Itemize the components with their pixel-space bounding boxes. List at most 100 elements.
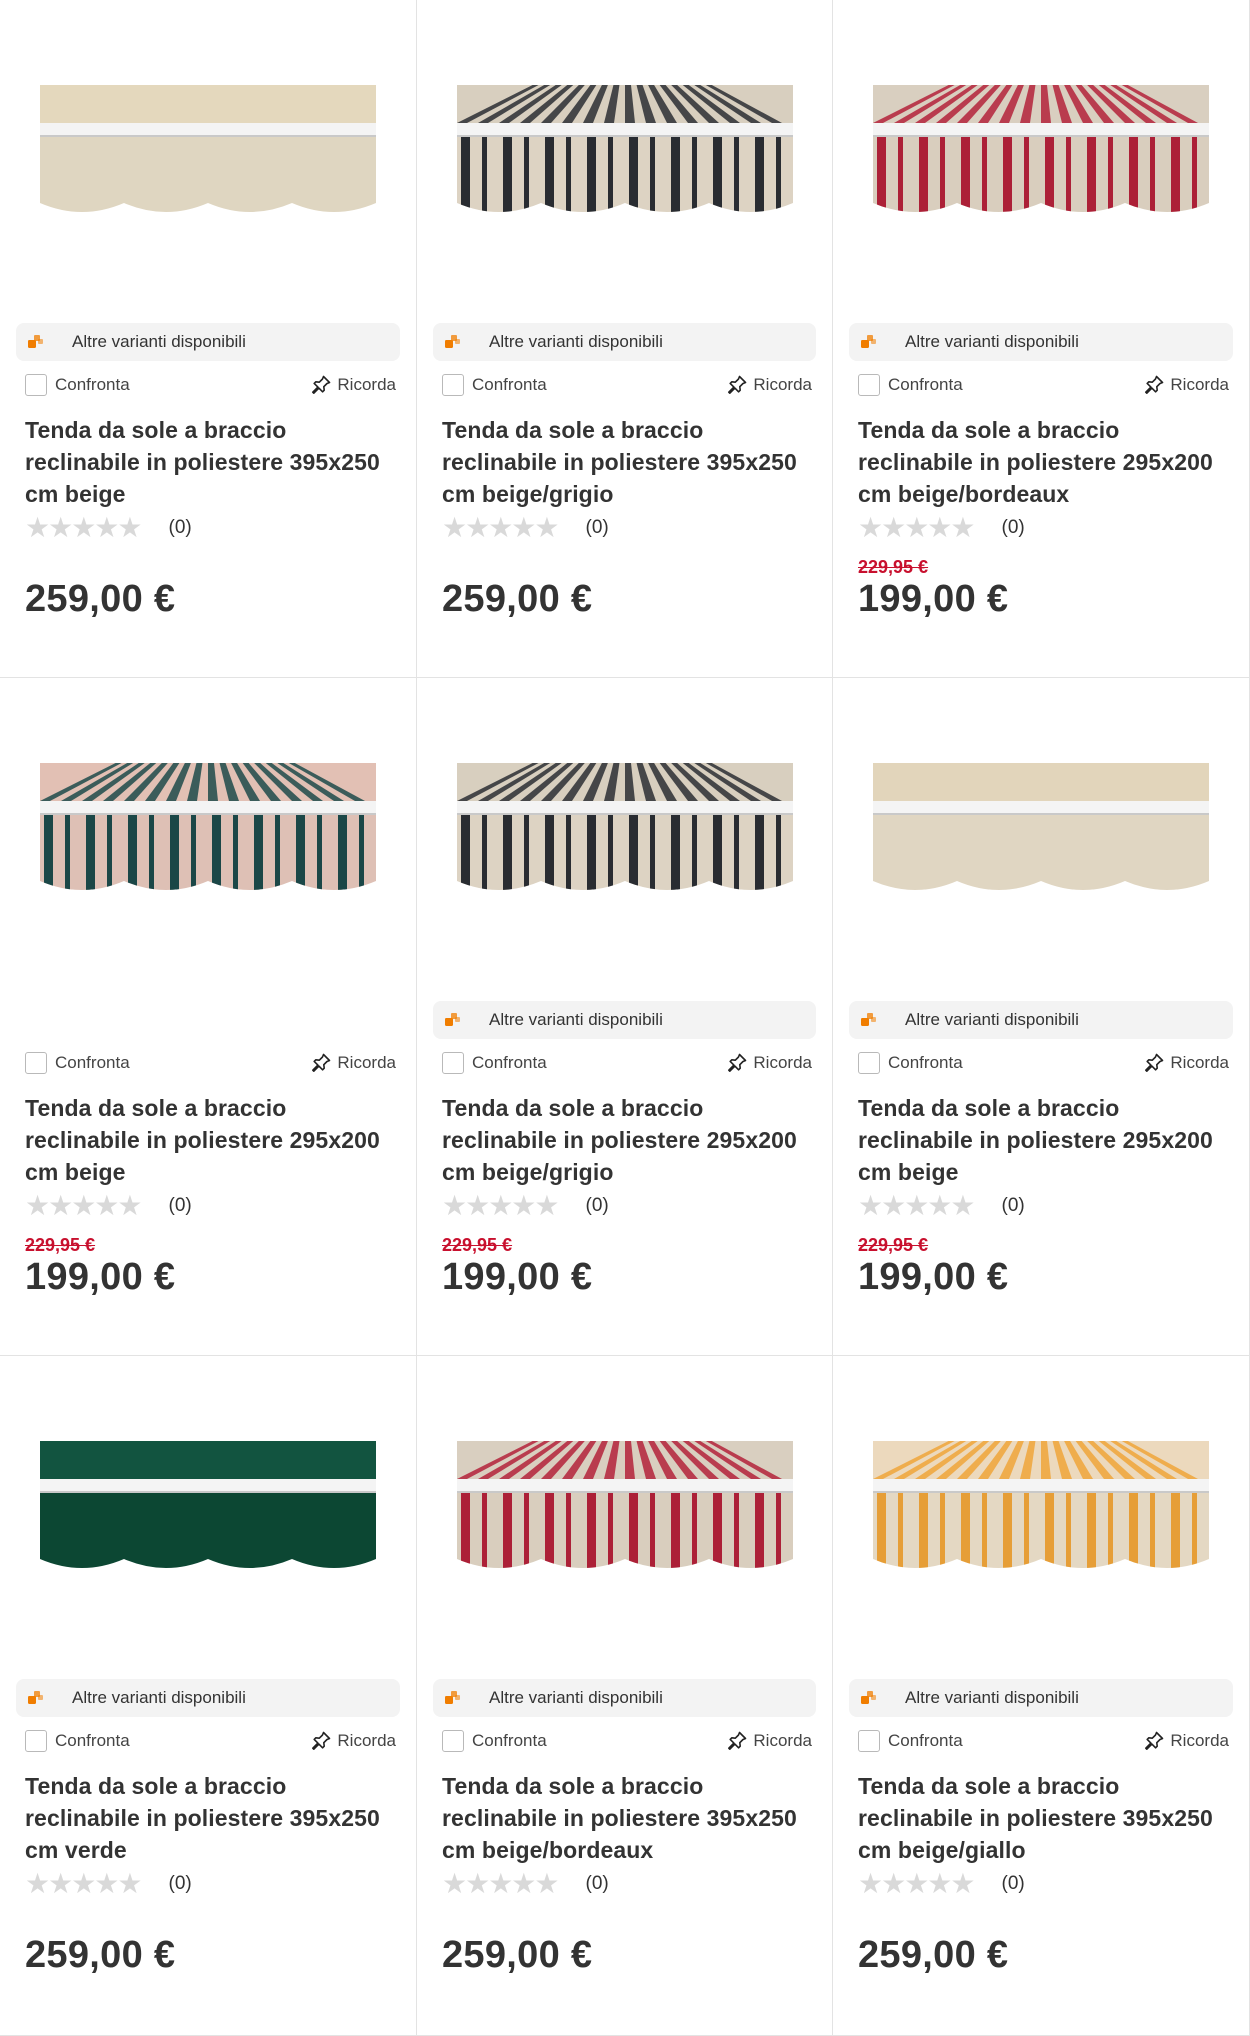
other-variants-badge[interactable]: Altre varianti disponibili <box>849 323 1233 361</box>
product-title-line: reclinabile in poliestere 395x250 <box>442 1805 797 1831</box>
compare-control[interactable]: Confronta <box>25 1052 130 1074</box>
remember-label: Ricorda <box>1170 1731 1229 1750</box>
compare-control[interactable]: Confronta <box>858 1730 963 1752</box>
product-image[interactable] <box>457 85 793 235</box>
remember-label: Ricorda <box>753 375 812 394</box>
price: 199,00 € <box>858 578 1009 620</box>
rating[interactable]: ★★★★★ (0) <box>442 514 609 542</box>
product-card[interactable]: Altre varianti disponibili Confronta Ric… <box>0 1356 417 2036</box>
pin-icon <box>312 1731 331 1750</box>
star-rating-icon: ★★★★★ <box>25 1190 143 1221</box>
rating[interactable]: ★★★★★ (0) <box>442 1192 609 1220</box>
product-card[interactable]: Altre varianti disponibili Confronta Ric… <box>833 0 1250 678</box>
old-price: 229,95 € <box>858 557 929 577</box>
compare-checkbox[interactable] <box>442 374 464 396</box>
product-card[interactable]: Altre varianti disponibili Confronta Ric… <box>833 678 1250 1356</box>
product-title[interactable]: Tenda da sole a braccio reclinabile in p… <box>442 1770 818 1866</box>
product-image[interactable] <box>40 763 376 913</box>
product-image[interactable] <box>873 85 1209 235</box>
other-variants-badge[interactable]: Altre varianti disponibili <box>433 323 816 361</box>
product-image[interactable] <box>457 1441 793 1591</box>
compare-control[interactable]: Confronta <box>442 1052 547 1074</box>
product-card[interactable]: Altre varianti disponibili Confronta Ric… <box>833 1356 1250 2036</box>
compare-label: Confronta <box>55 375 130 394</box>
review-count: (0) <box>585 1195 609 1216</box>
compare-remember-row: Confronta Ricorda <box>442 1726 812 1756</box>
compare-checkbox[interactable] <box>25 1052 47 1074</box>
remember-button[interactable]: Ricorda <box>1142 1729 1229 1753</box>
pin-icon <box>1145 1053 1164 1072</box>
other-variants-badge[interactable]: Altre varianti disponibili <box>433 1001 816 1039</box>
other-variants-badge[interactable]: Altre varianti disponibili <box>16 323 400 361</box>
variants-icon <box>443 1010 463 1030</box>
product-image[interactable] <box>873 763 1209 913</box>
compare-label: Confronta <box>472 1053 547 1072</box>
product-title[interactable]: Tenda da sole a braccio reclinabile in p… <box>25 414 402 510</box>
product-title[interactable]: Tenda da sole a braccio reclinabile in p… <box>858 1092 1235 1188</box>
compare-control[interactable]: Confronta <box>858 1052 963 1074</box>
compare-label: Confronta <box>55 1053 130 1072</box>
product-title[interactable]: Tenda da sole a braccio reclinabile in p… <box>442 1092 818 1188</box>
rating[interactable]: ★★★★★ (0) <box>858 1870 1025 1898</box>
compare-checkbox[interactable] <box>25 1730 47 1752</box>
remember-button[interactable]: Ricorda <box>309 373 396 397</box>
compare-control[interactable]: Confronta <box>25 1730 130 1752</box>
product-card[interactable]: Altre varianti disponibili Confronta Ric… <box>0 0 417 678</box>
product-image[interactable] <box>457 763 793 913</box>
compare-control[interactable]: Confronta <box>442 1730 547 1752</box>
product-card[interactable]: Altre varianti disponibili Confronta Ric… <box>417 0 833 678</box>
product-title-line: reclinabile in poliestere 295x200 <box>25 1127 380 1153</box>
compare-remember-row: Confronta Ricorda <box>25 370 396 400</box>
remember-button[interactable]: Ricorda <box>309 1729 396 1753</box>
compare-checkbox[interactable] <box>858 1730 880 1752</box>
rating[interactable]: ★★★★★ (0) <box>858 514 1025 542</box>
compare-control[interactable]: Confronta <box>25 374 130 396</box>
product-title[interactable]: Tenda da sole a braccio reclinabile in p… <box>442 414 818 510</box>
compare-checkbox[interactable] <box>25 374 47 396</box>
remember-button[interactable]: Ricorda <box>1142 373 1229 397</box>
compare-checkbox[interactable] <box>858 1052 880 1074</box>
other-variants-badge[interactable]: Altre varianti disponibili <box>849 1679 1233 1717</box>
product-card[interactable]: Altre varianti disponibili Confronta Ric… <box>417 678 833 1356</box>
rating[interactable]: ★★★★★ (0) <box>25 514 192 542</box>
product-image[interactable] <box>873 1441 1209 1591</box>
rating[interactable]: ★★★★★ (0) <box>25 1192 192 1220</box>
product-card[interactable]: Confronta Ricorda Tenda da sole a bracci… <box>0 678 417 1356</box>
compare-checkbox[interactable] <box>442 1052 464 1074</box>
compare-control[interactable]: Confronta <box>442 374 547 396</box>
star-rating-icon: ★★★★★ <box>442 1190 560 1221</box>
remember-label: Ricorda <box>1170 1053 1229 1072</box>
remember-button[interactable]: Ricorda <box>725 1729 812 1753</box>
other-variants-badge[interactable]: Altre varianti disponibili <box>16 1679 400 1717</box>
remember-button[interactable]: Ricorda <box>725 373 812 397</box>
remember-button[interactable]: Ricorda <box>1142 1051 1229 1075</box>
other-variants-badge[interactable]: Altre varianti disponibili <box>433 1679 816 1717</box>
product-title[interactable]: Tenda da sole a braccio reclinabile in p… <box>858 414 1235 510</box>
compare-checkbox[interactable] <box>858 374 880 396</box>
price: 259,00 € <box>25 1934 176 1976</box>
rating[interactable]: ★★★★★ (0) <box>25 1870 192 1898</box>
product-title-line: cm beige <box>25 481 126 507</box>
product-title[interactable]: Tenda da sole a braccio reclinabile in p… <box>25 1770 402 1866</box>
product-card[interactable]: Altre varianti disponibili Confronta Ric… <box>417 1356 833 2036</box>
compare-control[interactable]: Confronta <box>858 374 963 396</box>
remember-button[interactable]: Ricorda <box>309 1051 396 1075</box>
product-image[interactable] <box>40 85 376 235</box>
pin-icon <box>1145 1731 1164 1750</box>
product-image[interactable] <box>40 1441 376 1591</box>
compare-remember-row: Confronta Ricorda <box>858 370 1229 400</box>
remember-button[interactable]: Ricorda <box>725 1051 812 1075</box>
remember-label: Ricorda <box>337 375 396 394</box>
rating[interactable]: ★★★★★ (0) <box>442 1870 609 1898</box>
product-title[interactable]: Tenda da sole a braccio reclinabile in p… <box>25 1092 402 1188</box>
product-title[interactable]: Tenda da sole a braccio reclinabile in p… <box>858 1770 1235 1866</box>
pin-icon <box>312 1053 331 1072</box>
other-variants-badge[interactable]: Altre varianti disponibili <box>849 1001 1233 1039</box>
compare-label: Confronta <box>472 375 547 394</box>
rating[interactable]: ★★★★★ (0) <box>858 1192 1025 1220</box>
pin-icon <box>728 375 747 394</box>
compare-checkbox[interactable] <box>442 1730 464 1752</box>
product-title-line: cm beige/bordeaux <box>858 481 1070 507</box>
old-price: 229,95 € <box>858 1235 929 1255</box>
other-variants-label: Altre varianti disponibili <box>489 1010 663 1029</box>
